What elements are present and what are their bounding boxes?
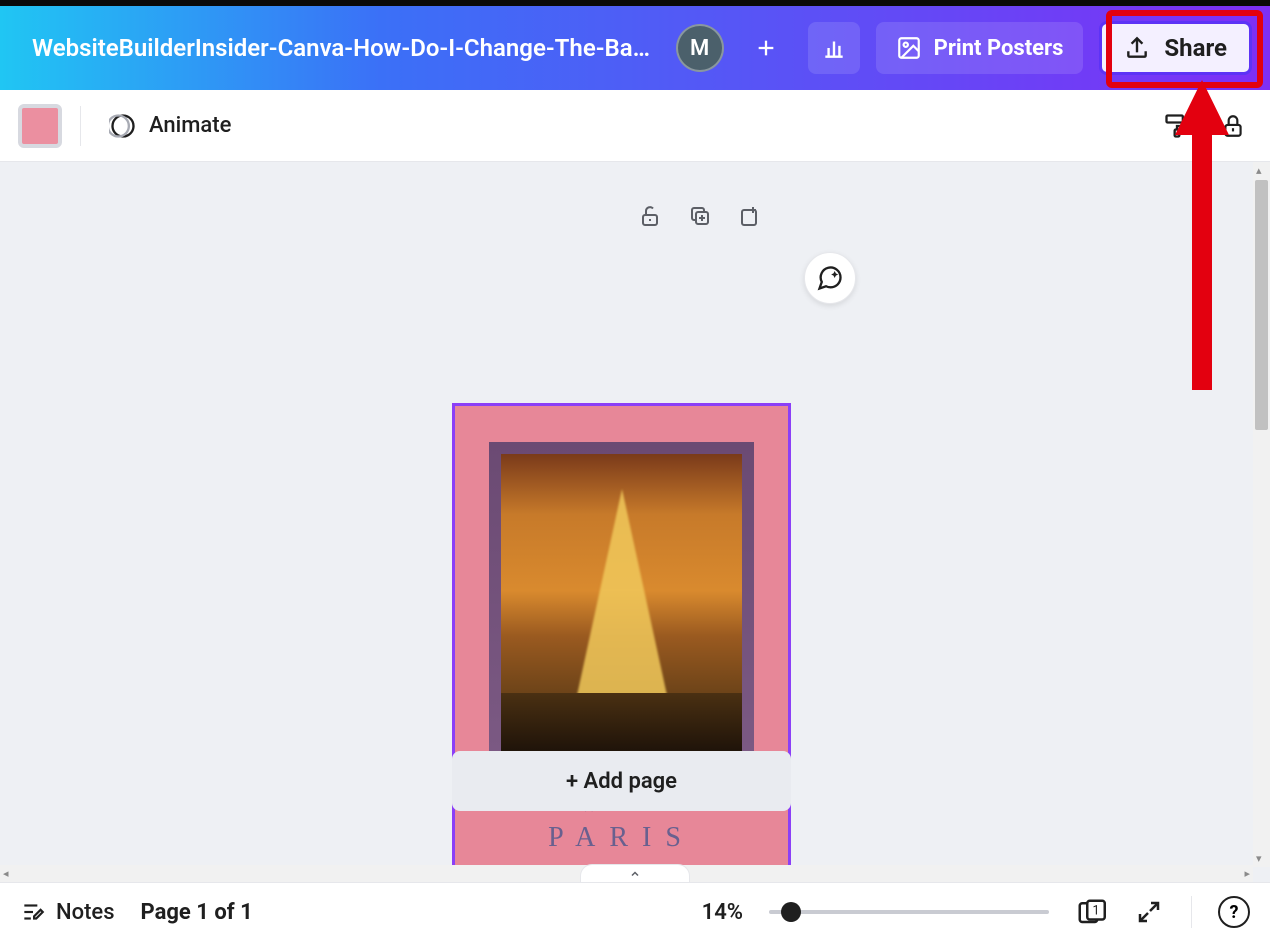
ai-assist-button[interactable] bbox=[804, 252, 856, 304]
paint-roller-icon bbox=[1163, 112, 1191, 140]
add-page-button[interactable]: + Add page bbox=[452, 751, 791, 811]
context-toolbar: Animate bbox=[0, 90, 1270, 162]
lock-icon bbox=[1220, 113, 1246, 139]
share-button[interactable]: Share bbox=[1099, 21, 1252, 75]
background-color-swatch[interactable] bbox=[18, 104, 62, 148]
eiffel-tower-photo bbox=[501, 454, 742, 758]
insights-button[interactable] bbox=[808, 22, 860, 74]
plus-icon bbox=[755, 37, 777, 59]
lock-button[interactable] bbox=[1214, 107, 1252, 145]
vertical-scrollbar[interactable]: ▴ ▾ bbox=[1253, 162, 1270, 867]
animate-icon bbox=[109, 112, 137, 140]
top-bar: WebsiteBuilderInsider-Canva-How-Do-I-Cha… bbox=[0, 6, 1270, 90]
duplicate-icon bbox=[688, 204, 712, 228]
notes-label: Notes bbox=[56, 900, 115, 925]
add-collaborator-button[interactable] bbox=[740, 22, 792, 74]
sparkle-comment-icon bbox=[816, 264, 844, 292]
scroll-up-arrow-icon: ▴ bbox=[1256, 164, 1262, 177]
animate-label: Animate bbox=[149, 113, 231, 138]
city-text[interactable]: PARIS bbox=[548, 822, 695, 854]
help-button[interactable]: ? bbox=[1218, 896, 1250, 928]
print-posters-button[interactable]: Print Posters bbox=[876, 22, 1084, 74]
fullscreen-icon bbox=[1137, 900, 1161, 924]
add-page-icon-button[interactable] bbox=[736, 202, 764, 230]
page-indicator[interactable]: Page 1 of 1 bbox=[141, 900, 253, 925]
scroll-down-arrow-icon: ▾ bbox=[1256, 852, 1262, 865]
lock-page-button[interactable] bbox=[636, 202, 664, 230]
timeline-handle[interactable] bbox=[580, 864, 690, 882]
notes-icon bbox=[20, 899, 46, 925]
chart-icon bbox=[821, 35, 847, 61]
add-page-icon bbox=[738, 204, 762, 228]
print-label: Print Posters bbox=[934, 36, 1064, 61]
scroll-left-arrow-icon: ◂ bbox=[3, 867, 9, 880]
bottom-divider bbox=[1191, 896, 1192, 928]
bottom-bar: Notes Page 1 of 1 14% 1 ? bbox=[0, 882, 1270, 941]
zoom-slider-thumb[interactable] bbox=[781, 902, 801, 922]
grid-view-button[interactable]: 1 bbox=[1075, 896, 1107, 928]
vertical-scroll-thumb[interactable] bbox=[1255, 180, 1268, 430]
styles-button[interactable] bbox=[1158, 107, 1196, 145]
duplicate-page-button[interactable] bbox=[686, 202, 714, 230]
zoom-percent[interactable]: 14% bbox=[702, 900, 743, 925]
grid-view-icon: 1 bbox=[1076, 897, 1106, 927]
photo-frame[interactable] bbox=[489, 442, 754, 770]
toolbar-divider bbox=[80, 106, 81, 146]
page-tools bbox=[636, 202, 764, 230]
animate-button[interactable]: Animate bbox=[99, 104, 241, 148]
upload-icon bbox=[1124, 35, 1150, 61]
notes-button[interactable]: Notes bbox=[20, 899, 115, 925]
image-icon bbox=[896, 35, 922, 61]
scroll-right-arrow-icon: ▸ bbox=[1244, 867, 1250, 880]
svg-text:1: 1 bbox=[1092, 904, 1099, 919]
fullscreen-button[interactable] bbox=[1133, 896, 1165, 928]
chevron-up-icon bbox=[627, 868, 643, 880]
document-title[interactable]: WebsiteBuilderInsider-Canva-How-Do-I-Cha… bbox=[32, 34, 660, 62]
avatar[interactable]: M bbox=[676, 24, 724, 72]
unlock-icon bbox=[638, 204, 662, 228]
zoom-slider[interactable] bbox=[769, 910, 1049, 914]
share-label: Share bbox=[1164, 34, 1227, 62]
